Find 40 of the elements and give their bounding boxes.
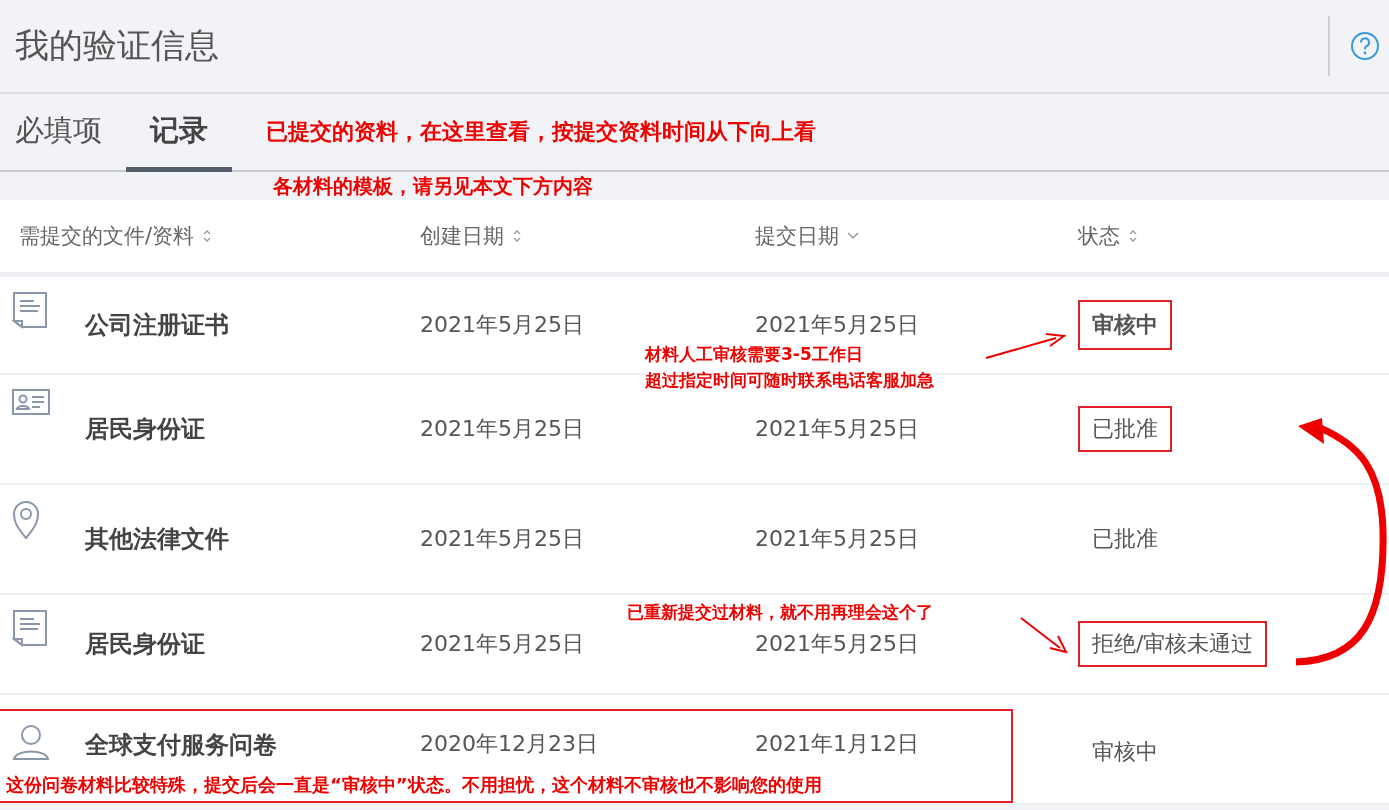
document-name: 其他法律文件: [85, 524, 229, 555]
arrow: [1020, 617, 1068, 654]
annotation-text: 已重新提交过材料，就不用再理会这个了: [627, 601, 933, 624]
location-pin-icon: [12, 499, 40, 539]
created-date: 2021年5月25日: [420, 630, 584, 658]
person-icon: [12, 723, 50, 761]
document-icon: [12, 609, 50, 649]
status-text: 已批准: [1078, 406, 1172, 452]
status-text: 已批准: [1091, 525, 1159, 553]
document-name: 居民身份证: [85, 629, 205, 660]
tab[interactable]: 记录: [126, 94, 232, 172]
status-text: 审核中: [1078, 300, 1172, 350]
status-text: 拒绝/审核未通过: [1078, 621, 1268, 667]
submitted-date: 2021年5月25日: [755, 630, 919, 658]
column-header[interactable]: 创建日期: [420, 222, 755, 250]
document-name: 公司注册证书: [85, 310, 229, 341]
annotation-text: 这份问卷材料比较特殊，提交后会一直是“审核中”状态。不用担忧，这个材料不审核也不影响您的使用: [6, 773, 822, 797]
created-date: 2020年12月23日: [420, 730, 598, 758]
submitted-date: 2021年5月25日: [755, 525, 919, 553]
column-header[interactable]: 状态: [1078, 222, 1389, 250]
created-date: 2021年5月25日: [420, 311, 584, 339]
document-icon: [12, 291, 50, 331]
help-icon[interactable]: [1350, 31, 1380, 61]
id-card-icon: [12, 389, 50, 415]
column-header[interactable]: 需提交的文件/资料: [19, 222, 420, 250]
page-title: 我的验证信息: [15, 24, 220, 67]
document-name: 全球支付服务问卷: [85, 730, 277, 761]
created-date: 2021年5月25日: [420, 525, 584, 553]
document-name: 居民身份证: [85, 414, 205, 445]
annotation-text: 已提交的资料，在这里查看，按提交资料时间从下向上看: [266, 118, 816, 146]
status-text: 审核中: [1091, 738, 1159, 766]
created-date: 2021年5月25日: [420, 415, 584, 443]
submitted-date: 2021年1月12日: [755, 730, 919, 758]
submitted-date: 2021年5月25日: [755, 311, 919, 339]
annotation-text: 各材料的模板，请另见本文下方内容: [273, 173, 594, 200]
column-header[interactable]: 提交日期: [755, 222, 1078, 250]
annotation-text: 超过指定时间可随时联系电话客服加急: [645, 369, 934, 392]
submitted-date: 2021年5月25日: [755, 415, 919, 443]
annotation-text: 材料人工审核需要3-5工作日: [645, 343, 864, 366]
tab[interactable]: 必填项: [0, 94, 126, 172]
